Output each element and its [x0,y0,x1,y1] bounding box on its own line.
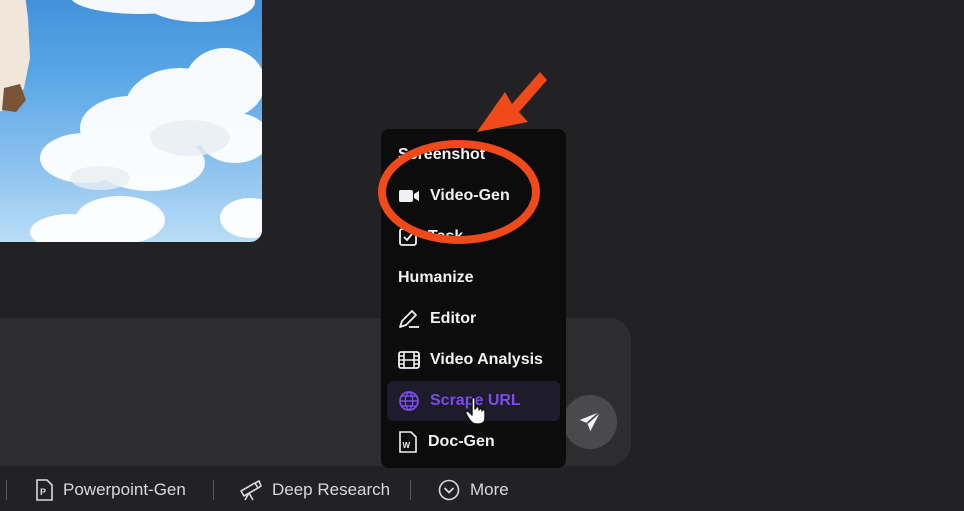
menu-item-screenshot[interactable]: Screenshot [387,135,560,175]
toolbar-item-more[interactable]: More [438,479,509,501]
pencil-icon [399,310,419,328]
menu-item-label: Video-Gen [430,187,510,204]
menu-item-label: Task [428,228,464,245]
annotation-arrow [477,72,547,132]
video-camera-icon [399,190,419,202]
tools-dropdown-menu: Screenshot Video-Gen Task Humanize Edito… [381,129,566,468]
menu-item-label: Screenshot [398,146,486,163]
menu-item-label: Doc-Gen [428,433,495,450]
menu-item-scrape-url[interactable]: Scrape URL [387,381,560,421]
word-document-icon: W [399,431,417,453]
send-button[interactable] [563,395,617,449]
task-check-icon [399,228,417,246]
generated-image-preview[interactable] [0,0,262,242]
sky-clouds-image [0,0,262,242]
menu-item-video-gen[interactable]: Video-Gen [387,176,560,216]
toolbar-divider [6,480,7,500]
menu-item-label: Humanize [398,269,474,286]
toolbar-item-label: More [470,480,509,499]
globe-icon [399,391,419,411]
toolbar-divider [410,480,411,500]
telescope-icon [240,479,262,501]
svg-text:W: W [403,441,411,450]
menu-item-video-analysis[interactable]: Video Analysis [387,340,560,380]
powerpoint-file-icon: P [36,479,53,501]
menu-item-label: Scrape URL [430,392,521,409]
toolbar-item-powerpoint-gen[interactable]: P Powerpoint-Gen [35,479,186,501]
menu-item-label: Video Analysis [430,351,543,368]
tool-bar: P Powerpoint-Gen Deep Research More [0,470,964,510]
menu-item-editor[interactable]: Editor [387,299,560,339]
film-strip-icon [398,351,420,369]
toolbar-item-label: Deep Research [272,480,391,499]
svg-text:P: P [40,487,46,497]
chevron-down-circle-icon [438,479,460,501]
paper-plane-icon [579,411,601,432]
toolbar-item-label: Powerpoint-Gen [63,480,186,499]
menu-item-doc-gen[interactable]: W Doc-Gen [387,422,560,462]
menu-item-task[interactable]: Task [387,217,560,257]
toolbar-item-deep-research[interactable]: Deep Research [238,479,390,501]
menu-item-label: Editor [430,310,477,327]
menu-item-humanize[interactable]: Humanize [387,258,560,298]
toolbar-divider [213,480,214,500]
